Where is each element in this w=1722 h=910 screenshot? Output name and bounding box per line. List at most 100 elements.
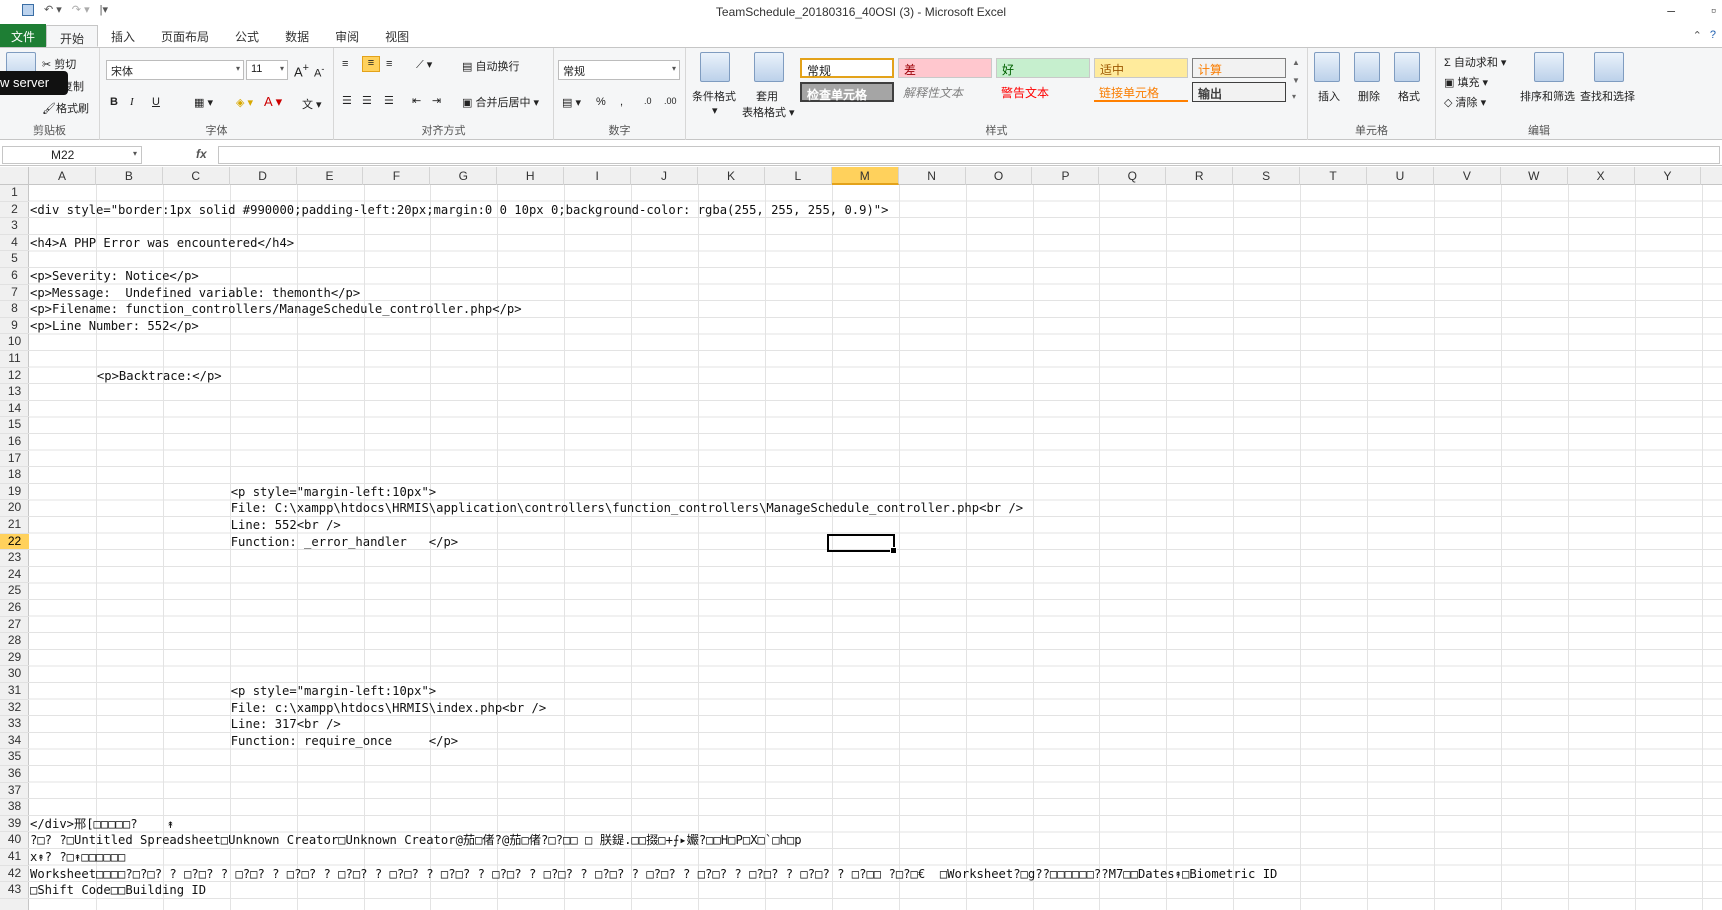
styles-scroll-up-icon[interactable]: ▲ [1292,58,1300,67]
row-header-22[interactable]: 22 [0,533,29,551]
row-header-41[interactable]: 41 [0,849,29,866]
column-header-p[interactable]: P [1033,167,1100,185]
conditional-format-icon[interactable] [700,52,730,82]
cell-d32[interactable]: File: c:\xampp\htdocs\HRMIS\index.php<br… [231,700,547,716]
active-cell-m22[interactable] [827,534,897,554]
row-header-37[interactable]: 37 [0,783,29,800]
autosum-button[interactable]: Σ 自动求和 ▾ [1444,54,1506,70]
cell-a39[interactable]: </div>邢[□□□□□? ↟ [30,816,174,832]
sort-filter-button[interactable]: 排序和筛选 [1520,88,1575,104]
row-header-25[interactable]: 25 [0,583,29,600]
delete-cells-icon[interactable] [1354,52,1380,82]
column-header-w[interactable]: W [1501,167,1568,185]
row-header-26[interactable]: 26 [0,600,29,617]
column-header-l[interactable]: L [765,167,832,185]
fill-color-icon[interactable]: ◈ ▾ [236,96,253,109]
row-header-15[interactable]: 15 [0,417,29,434]
column-header-j[interactable]: J [631,167,698,185]
row-header-31[interactable]: 31 [0,683,29,700]
grow-font-button[interactable]: A+ [294,62,309,79]
row-header-16[interactable]: 16 [0,434,29,451]
restore-icon[interactable]: ▫ [1711,2,1716,18]
decrease-indent-icon[interactable]: ⇤ [412,94,421,107]
row-header-17[interactable]: 17 [0,451,29,468]
font-color-icon[interactable]: A ▾ [264,94,282,110]
row-header-39[interactable]: 39 [0,816,29,833]
column-header-m[interactable]: M [831,167,899,185]
row-header-42[interactable]: 42 [0,866,29,883]
align-left-icon[interactable]: ☰ [342,94,352,107]
cell-a42[interactable]: Worksheet□□□□?□?□? ? □?□? ? □?□? ? □?□? … [30,866,1277,882]
row-header-38[interactable]: 38 [0,799,29,816]
name-box[interactable]: M22 ▾ [2,146,142,164]
row-header-5[interactable]: 5 [0,251,29,268]
column-header-f[interactable]: F [364,167,431,185]
column-header-d[interactable]: D [230,167,297,185]
decrease-decimal-icon[interactable]: .00 [664,96,677,106]
row-header-27[interactable]: 27 [0,617,29,634]
italic-button[interactable]: I [130,96,134,108]
styles-more-icon[interactable]: ▾ [1292,92,1296,101]
column-header-n[interactable]: N [899,167,966,185]
format-cells-icon[interactable] [1394,52,1420,82]
tab-insert[interactable]: 插入 [98,24,148,47]
row-header-30[interactable]: 30 [0,666,29,683]
row-header-19[interactable]: 19 [0,484,29,501]
format-painter-button[interactable]: 🖌格式刷 [42,100,89,116]
column-header-t[interactable]: T [1300,167,1367,185]
orientation-icon[interactable]: ⟋ ▾ [416,58,432,72]
merge-center-button[interactable]: ▣ 合并后居中 ▾ [462,94,539,110]
cell-d31[interactable]: <p style="margin-left:10px"> [231,683,436,699]
comma-icon[interactable]: , [620,96,623,108]
row-header-34[interactable]: 34 [0,733,29,750]
phonetic-icon[interactable]: 文 ▾ [302,96,322,112]
number-format-select[interactable]: 常规 ▾ [558,60,680,80]
column-header-b[interactable]: B [96,167,163,185]
fill-button[interactable]: ▣ 填充 ▾ [1444,74,1488,90]
row-header-24[interactable]: 24 [0,567,29,584]
cell-a43[interactable]: □Shift Code□□Building ID [30,882,206,898]
tab-data[interactable]: 数据 [272,24,322,47]
style-good[interactable]: 好 [996,58,1090,78]
style-output[interactable]: 输出 [1192,82,1286,102]
cell-b12[interactable]: <p>Backtrace:</p> [97,368,222,384]
column-header-c[interactable]: C [163,167,230,185]
cell-d19[interactable]: <p style="margin-left:10px"> [231,484,436,500]
column-header-k[interactable]: K [698,167,765,185]
row-header-32[interactable]: 32 [0,700,29,717]
minimize-icon[interactable]: – [1667,2,1675,18]
column-header-i[interactable]: I [564,167,632,185]
cell-a6[interactable]: <p>Severity: Notice</p> [30,268,199,284]
cell-a2[interactable]: <div style="border:1px solid #990000;pad… [30,202,889,218]
row-header-28[interactable]: 28 [0,633,29,650]
cell-d33[interactable]: Line: 317<br /> [231,716,341,732]
border-icon[interactable]: ▦ ▾ [194,96,213,109]
percent-icon[interactable]: % [596,96,606,108]
align-center-icon[interactable]: ☰ [362,94,372,107]
style-normal[interactable]: 常规 [800,58,894,78]
row-header-1[interactable]: 1 [0,185,29,202]
row-header-4[interactable]: 4 [0,235,29,252]
style-calculation[interactable]: 计算 [1192,58,1286,78]
style-check-cell[interactable]: 检查单元格 [800,82,894,102]
column-header-q[interactable]: Q [1099,167,1167,185]
row-header-18[interactable]: 18 [0,467,29,484]
row-header-13[interactable]: 13 [0,384,29,401]
row-header-40[interactable]: 40 [0,832,29,849]
cell-a41[interactable]: x↟? ?□↟□□□□□□ [30,849,125,865]
cell-a40[interactable]: ?□? ?□Untitled Spreadsheet□Unknown Creat… [30,832,802,848]
cell-d22[interactable]: Function: _error_handler </p> [231,534,458,550]
cell-d34[interactable]: Function: require_once </p> [231,733,458,749]
tab-home[interactable]: 开始 [46,25,99,47]
row-header-9[interactable]: 9 [0,318,29,335]
align-top-icon[interactable]: ≡ [342,58,348,70]
row-header-8[interactable]: 8 [0,301,29,318]
currency-icon[interactable]: ▤ ▾ [562,96,581,109]
style-linked-cell[interactable]: 链接单元格 [1094,82,1188,102]
row-header-12[interactable]: 12 [0,368,29,385]
cell-d20[interactable]: File: C:\xampp\htdocs\HRMIS\application\… [231,500,1023,516]
sort-filter-icon[interactable] [1534,52,1564,82]
row-header-43[interactable]: 43 [0,882,29,899]
conditional-format-button[interactable]: 条件格式 [692,88,736,104]
row-header-6[interactable]: 6 [0,268,29,285]
